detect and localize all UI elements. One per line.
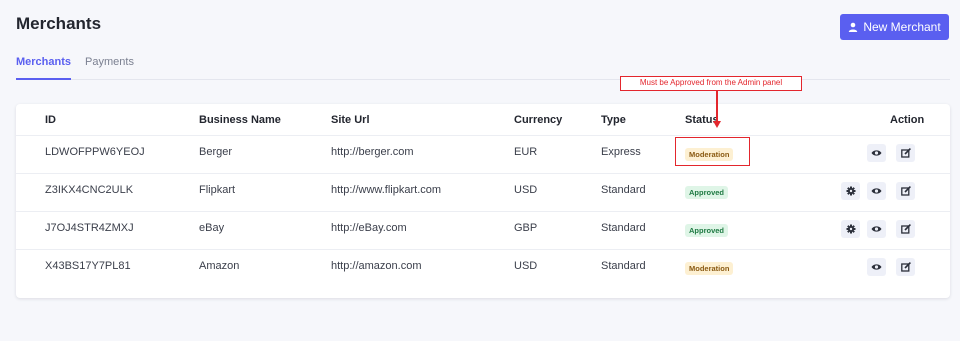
view-button[interactable] — [867, 144, 886, 162]
gear-icon — [846, 186, 856, 196]
table-row: LDWOFPPW6YEOJ Berger http://berger.com E… — [16, 135, 950, 173]
cell-business-name: Amazon — [199, 260, 240, 272]
header-id: ID — [45, 114, 56, 126]
page-title: Merchants — [16, 14, 102, 33]
eye-icon — [871, 225, 882, 233]
cell-site-url: http://eBay.com — [331, 222, 407, 234]
cell-currency: USD — [514, 184, 538, 196]
cell-id: Z3IKX4CNC2ULK — [45, 184, 134, 196]
edit-button[interactable] — [896, 144, 915, 162]
annotation-highlight-box — [675, 137, 750, 166]
cell-site-url: http://www.flipkart.com — [331, 184, 442, 196]
cell-business-name: Berger — [199, 146, 233, 158]
edit-icon — [900, 148, 911, 158]
cell-type: Standard — [601, 260, 646, 272]
header-business-name: Business Name — [199, 114, 281, 126]
merchants-table: ID Business Name Site Url Currency Type … — [16, 104, 950, 298]
gear-icon — [846, 224, 856, 234]
annotation-callout: Must be Approved from the Admin panel — [620, 76, 802, 91]
cell-site-url: http://berger.com — [331, 146, 414, 158]
edit-button[interactable] — [896, 182, 915, 200]
cell-site-url: http://amazon.com — [331, 260, 422, 272]
tab-merchants[interactable]: Merchants — [16, 56, 72, 80]
view-button[interactable] — [867, 258, 886, 276]
edit-button[interactable] — [896, 220, 915, 238]
new-merchant-button[interactable]: New Merchant — [840, 14, 949, 40]
annotation-arrow-line — [716, 91, 718, 124]
cell-business-name: Flipkart — [199, 184, 236, 196]
tab-payments[interactable]: Payments — [85, 56, 134, 80]
status-badge: Approved — [685, 224, 729, 237]
header-currency: Currency — [514, 114, 563, 126]
cell-id: LDWOFPPW6YEOJ — [45, 146, 145, 158]
arrow-down-icon — [713, 121, 721, 128]
header-site-url: Site Url — [331, 114, 370, 126]
settings-button[interactable] — [841, 182, 860, 200]
settings-button[interactable] — [841, 220, 860, 238]
table-row: X43BS17Y7PL81 Amazon http://amazon.com U… — [16, 249, 950, 287]
table-row: J7OJ4STR4ZMXJ eBay http://eBay.com GBP S… — [16, 211, 950, 249]
cell-id: X43BS17Y7PL81 — [45, 260, 131, 272]
cell-id: J7OJ4STR4ZMXJ — [45, 222, 134, 234]
cell-business-name: eBay — [199, 222, 225, 234]
view-button[interactable] — [867, 182, 886, 200]
status-badge: Approved — [685, 186, 729, 199]
cell-currency: USD — [514, 260, 538, 272]
tab-bar: Merchants Payments — [16, 56, 950, 80]
header-action: Action — [890, 114, 925, 126]
eye-icon — [871, 187, 882, 195]
cell-currency: EUR — [514, 146, 538, 158]
cell-type: Standard — [601, 184, 646, 196]
edit-button[interactable] — [896, 258, 915, 276]
cell-type: Standard — [601, 222, 646, 234]
table-row: Z3IKX4CNC2ULK Flipkart http://www.flipka… — [16, 173, 950, 211]
cell-type: Express — [601, 146, 641, 158]
user-icon — [848, 22, 858, 32]
header-type: Type — [601, 114, 626, 126]
edit-icon — [900, 186, 911, 196]
edit-icon — [900, 224, 911, 234]
cell-currency: GBP — [514, 222, 538, 234]
status-badge: Moderation — [685, 262, 734, 275]
eye-icon — [871, 263, 882, 271]
edit-icon — [900, 262, 911, 272]
view-button[interactable] — [867, 220, 886, 238]
new-merchant-label: New Merchant — [863, 20, 941, 34]
eye-icon — [871, 149, 882, 157]
